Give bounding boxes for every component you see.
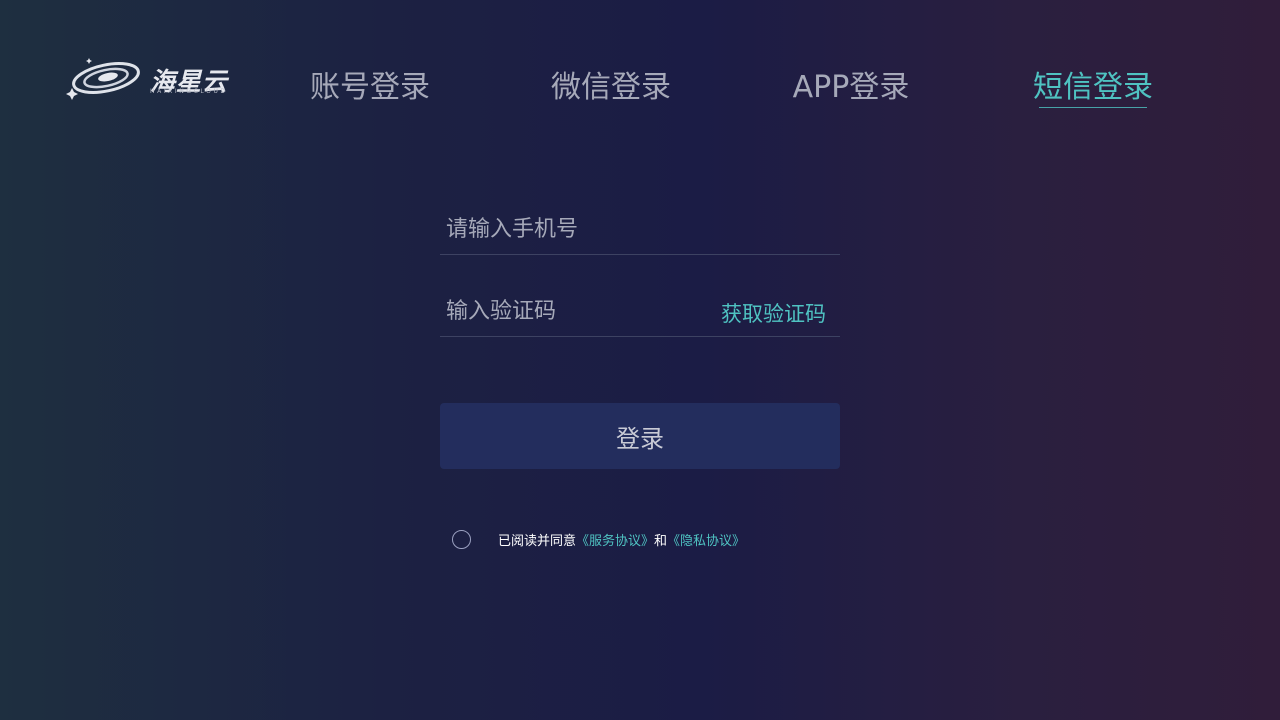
active-tab-underline [1039, 107, 1147, 108]
tab-label: APP登录 [792, 70, 910, 105]
login-button[interactable]: 登录 [440, 403, 840, 469]
tab-sms-login[interactable]: 短信登录 [1033, 62, 1153, 108]
service-agreement-link[interactable]: 《服务协议》 [576, 534, 654, 549]
tab-label: 微信登录 [551, 70, 671, 105]
agreement-prefix: 已阅读并同意 [498, 533, 577, 549]
phone-field [440, 202, 840, 255]
code-field: 获取验证码 [440, 284, 840, 337]
privacy-agreement-link[interactable]: 《隐私协议》 [667, 534, 745, 549]
phone-input[interactable] [444, 210, 708, 248]
tab-label: 短信登录 [1033, 70, 1153, 105]
tab-wechat-login[interactable]: 微信登录 [551, 62, 671, 106]
agreement-text: 已阅读并同意《服务协议》和《隐私协议》 [498, 530, 745, 549]
agree-radio[interactable] [452, 529, 471, 549]
tab-account-login[interactable]: 账号登录 [310, 62, 430, 106]
get-code-button[interactable]: 获取验证码 [721, 298, 826, 328]
agreement-row: 已阅读并同意《服务协议》和《隐私协议》 [452, 528, 745, 550]
agreement-and: 和 [654, 533, 668, 549]
tab-label: 账号登录 [310, 70, 430, 105]
verification-code-input[interactable] [444, 292, 708, 330]
tab-app-login[interactable]: APP登录 [793, 62, 910, 106]
login-method-tabs: 账号登录 微信登录 APP登录 短信登录 [0, 62, 1280, 112]
